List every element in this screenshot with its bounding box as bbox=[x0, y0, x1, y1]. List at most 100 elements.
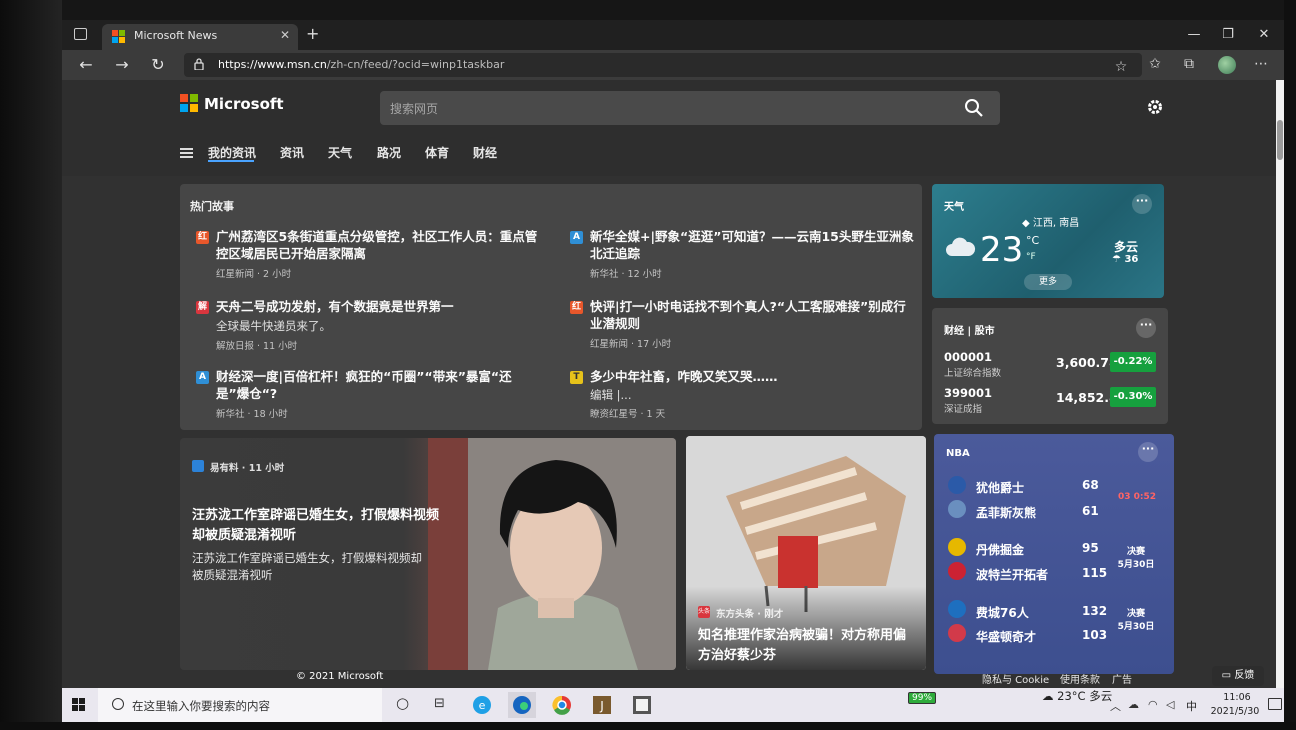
edge-icon[interactable] bbox=[508, 692, 536, 718]
terms-link[interactable]: 使用条款 bbox=[1060, 671, 1100, 686]
nav-traffic[interactable]: 路况 bbox=[377, 144, 401, 161]
lock-icon[interactable] bbox=[194, 58, 204, 70]
wifi-icon[interactable]: ◠ bbox=[1148, 698, 1158, 711]
story-headline[interactable]: 快评|打一小时电话找不到个真人?“人工客服难接”别成行业潜规则 bbox=[590, 298, 914, 332]
edge-legacy-icon[interactable]: e bbox=[468, 692, 496, 718]
tab-active[interactable]: Microsoft News ✕ bbox=[102, 24, 298, 50]
bezel-left bbox=[0, 0, 62, 730]
restore-icon[interactable]: ❐ bbox=[1218, 26, 1238, 44]
story-headline[interactable]: 天舟二号成功发射，有个数据竟是世界第一 bbox=[216, 298, 540, 315]
favorite-star-add-icon[interactable]: ☆ bbox=[1112, 59, 1130, 75]
cortana-icon[interactable]: ○ bbox=[396, 694, 409, 712]
article-source: 东方头条 · 刚才 bbox=[716, 609, 784, 620]
story-headline[interactable]: 财经深一度|百倍杠杆！疯狂的“币圈”“带来”暴富“还是”爆仓“? bbox=[216, 368, 540, 402]
fahrenheit-unit[interactable]: °F bbox=[1026, 252, 1036, 262]
address-bar[interactable]: https://www.msn.cn/zh-cn/feed/?ocid=winp… bbox=[184, 53, 1142, 77]
search-placeholder: 搜索网页 bbox=[390, 102, 439, 116]
app-window-icon[interactable] bbox=[628, 692, 656, 718]
chevron-up-icon[interactable]: ︿ bbox=[1110, 698, 1121, 714]
story-headline[interactable]: 多少中年社畜，咋晚又笑又哭…… bbox=[590, 368, 914, 385]
nav-sports[interactable]: 体育 bbox=[425, 144, 449, 161]
forward-arrow-icon[interactable]: → bbox=[112, 55, 132, 74]
task-view-icon[interactable]: ⊟ bbox=[434, 696, 445, 711]
browser-window: Microsoft News ✕ + — ❐ ✕ ← → ↻ https://w… bbox=[62, 20, 1284, 688]
brand-name[interactable]: Microsoft bbox=[204, 95, 284, 113]
nba-label: NBA bbox=[946, 448, 970, 459]
input-language[interactable]: 中 bbox=[1186, 698, 1197, 714]
taskbar-search-input[interactable]: 在这里输入你要搜索的内容 bbox=[98, 688, 382, 722]
gear-icon[interactable] bbox=[1146, 98, 1164, 116]
refresh-icon[interactable]: ↻ bbox=[148, 55, 168, 74]
finance-card[interactable]: 财经 | 股市 ··· 000001 上证综合指数 3,600.78 -0.22… bbox=[932, 308, 1168, 424]
back-arrow-icon[interactable]: ← bbox=[76, 55, 96, 74]
favorites-icon[interactable]: ✩ bbox=[1146, 56, 1164, 72]
close-window-icon[interactable]: ✕ bbox=[1254, 26, 1274, 44]
ads-link[interactable]: 广告 bbox=[1112, 671, 1132, 686]
microsoft-logo-icon[interactable] bbox=[180, 94, 198, 112]
article-headline[interactable]: 汪苏泷工作室辟谣已婚生女，打假爆料视频却被质疑混淆视听 bbox=[192, 506, 442, 546]
game-status: 决赛 5月30日 bbox=[1117, 547, 1155, 570]
bezel-bottom bbox=[0, 722, 1296, 730]
svg-text:e: e bbox=[479, 699, 486, 712]
collections-icon[interactable]: ⧉ bbox=[1180, 56, 1198, 72]
stock-name: 上证综合指数 bbox=[944, 368, 1002, 379]
stock-code[interactable]: 000001 bbox=[944, 350, 992, 364]
stock-code[interactable]: 399001 bbox=[944, 386, 992, 400]
feedback-button[interactable]: ▭ 反馈 bbox=[1212, 666, 1264, 686]
page-scrollbar[interactable] bbox=[1276, 80, 1284, 688]
svg-text:J: J bbox=[599, 699, 604, 713]
team-name[interactable]: 华盛顿奇才 bbox=[976, 628, 1036, 645]
weather-card[interactable]: 天气 ··· ◆ 江西, 南昌 23 °C °F 多云 ☂ 36 更多 bbox=[932, 184, 1164, 298]
76ers-logo-icon bbox=[948, 600, 966, 618]
celsius-unit[interactable]: °C bbox=[1026, 234, 1039, 247]
volume-icon[interactable]: ◁ bbox=[1166, 698, 1174, 711]
team-name[interactable]: 丹佛掘金 bbox=[976, 541, 1024, 558]
more-options-icon[interactable]: ⋯ bbox=[1252, 56, 1270, 72]
more-options-icon[interactable]: ··· bbox=[1132, 194, 1152, 214]
taskbar-weather[interactable]: ☁ 23°C 多云 bbox=[1042, 688, 1112, 704]
nav-my-feed[interactable]: 我的资讯 bbox=[208, 144, 256, 161]
search-icon[interactable] bbox=[964, 98, 984, 118]
stock-value: 3,600.78 bbox=[1056, 355, 1118, 370]
grizzlies-logo-icon bbox=[948, 500, 966, 518]
article-card[interactable]: 头条 东方头条 · 刚才 知名推理作家治病被骗！对方称用偏方治好蔡少芬 bbox=[686, 436, 926, 670]
team-name[interactable]: 犹他爵士 bbox=[976, 479, 1024, 496]
weather-more-button[interactable]: 更多 bbox=[1024, 274, 1072, 290]
story-meta: 解放日报 · 11 小时 bbox=[216, 341, 298, 352]
battery-indicator[interactable]: 99% bbox=[908, 692, 937, 704]
nav-weather[interactable]: 天气 bbox=[328, 144, 352, 161]
weather-feel: ☂ 36 bbox=[1112, 254, 1139, 265]
story-headline[interactable]: 广州荔湾区5条街道重点分级管控，社区工作人员：重点管控区域居民已开始居家隔离 bbox=[216, 228, 540, 262]
chrome-icon[interactable] bbox=[548, 692, 576, 718]
clock-time[interactable]: 11:06 bbox=[1212, 692, 1262, 703]
cloud-icon[interactable]: ☁ bbox=[1128, 698, 1139, 711]
profile-avatar[interactable] bbox=[1218, 56, 1236, 74]
clock-date[interactable]: 2021/5/30 bbox=[1208, 706, 1262, 717]
tab-actions-icon[interactable] bbox=[74, 28, 87, 40]
article-headline[interactable]: 知名推理作家治病被骗！对方称用偏方治好蔡少芬 bbox=[698, 626, 918, 666]
game-status: 决赛 5月30日 bbox=[1117, 609, 1155, 632]
hamburger-menu-icon[interactable] bbox=[180, 148, 193, 158]
jazz-logo-icon bbox=[948, 476, 966, 494]
nav-news[interactable]: 资讯 bbox=[280, 144, 304, 161]
nba-scores-card[interactable]: NBA ··· 03 0:52 犹他爵士 68 孟菲斯灰熊 61 丹佛掘金 95… bbox=[934, 434, 1174, 674]
privacy-link[interactable]: 隐私与 Cookie bbox=[982, 671, 1049, 686]
more-options-icon[interactable]: ··· bbox=[1138, 442, 1158, 462]
url-text[interactable]: https://www.msn.cn/zh-cn/feed/?ocid=winp… bbox=[218, 58, 504, 71]
scroll-thumb[interactable] bbox=[1277, 120, 1283, 160]
more-options-icon[interactable]: ··· bbox=[1136, 318, 1156, 338]
java-app-icon[interactable]: J bbox=[588, 692, 616, 718]
team-name[interactable]: 波特兰开拓者 bbox=[976, 566, 1048, 583]
windows-start-icon[interactable] bbox=[72, 698, 86, 712]
team-name[interactable]: 孟菲斯灰熊 bbox=[976, 504, 1036, 521]
copyright: © 2021 Microsoft bbox=[296, 671, 384, 682]
new-tab-plus-icon[interactable]: + bbox=[306, 26, 319, 42]
team-name[interactable]: 费城76人 bbox=[976, 604, 1029, 621]
nav-finance[interactable]: 财经 bbox=[473, 144, 497, 161]
notification-icon[interactable] bbox=[1268, 698, 1282, 710]
featured-article-card[interactable]: 易有料 · 11 小时 汪苏泷工作室辟谣已婚生女，打假爆料视频却被质疑混淆视听 … bbox=[180, 438, 676, 670]
search-input[interactable]: 搜索网页 bbox=[380, 91, 1000, 125]
close-tab-icon[interactable]: ✕ bbox=[280, 28, 290, 42]
minimize-icon[interactable]: — bbox=[1184, 26, 1204, 44]
story-headline[interactable]: 新华全媒+|野象“逛逛”可知道？——云南15头野生亚洲象北迁追踪 bbox=[590, 228, 914, 262]
